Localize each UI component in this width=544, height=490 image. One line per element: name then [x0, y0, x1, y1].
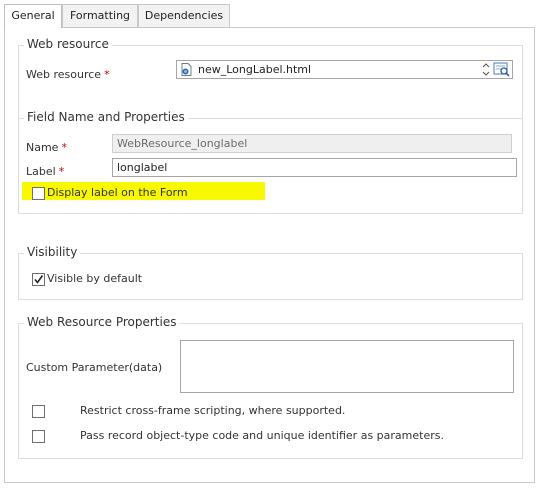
pass-record-checkbox[interactable]	[32, 430, 45, 443]
custom-parameter-label: Custom Parameter(data)	[26, 361, 163, 374]
web-resource-field-label: Web resource *	[26, 68, 110, 81]
display-label-checkbox-label: Display label on the Form	[47, 186, 188, 199]
required-marker: *	[104, 68, 110, 81]
web-resource-section: Web resource Web resource * new_LongLabel…	[18, 37, 523, 119]
section-title-web-resource-properties: Web Resource Properties	[24, 315, 180, 329]
display-label-checkbox[interactable]	[32, 187, 45, 200]
tab-general[interactable]: General	[4, 4, 62, 28]
section-title-field-name: Field Name and Properties	[24, 110, 188, 124]
spinner-arrows-icon[interactable]	[481, 61, 491, 78]
web-resource-properties-section: Web Resource Properties Custom Parameter…	[18, 315, 523, 459]
general-tab-panel: Web resource Web resource * new_LongLabel…	[4, 27, 535, 483]
document-icon	[181, 63, 192, 76]
visible-by-default-checkbox[interactable]	[32, 273, 45, 286]
tab-formatting[interactable]: Formatting	[62, 4, 138, 27]
tab-dependencies[interactable]: Dependencies	[138, 4, 230, 27]
visibility-section: Visibility Visible by default	[18, 245, 523, 300]
pass-record-label: Pass record object-type code and unique …	[80, 429, 444, 442]
required-marker: *	[61, 141, 67, 154]
name-field-label: Name *	[26, 141, 67, 154]
custom-parameter-textarea[interactable]	[180, 340, 514, 393]
web-resource-label-text: Web resource	[26, 68, 102, 81]
label-field-label: Label *	[26, 165, 64, 178]
label-label-text: Label	[26, 165, 56, 178]
web-resource-value: new_LongLabel.html	[198, 63, 312, 76]
field-name-properties-section: Field Name and Properties Name * WebResou…	[18, 110, 523, 214]
restrict-cross-frame-label: Restrict cross-frame scripting, where su…	[80, 404, 346, 417]
restrict-cross-frame-checkbox[interactable]	[32, 405, 45, 418]
lookup-icon[interactable]	[493, 61, 511, 78]
name-label-text: Name	[26, 141, 59, 154]
web-resource-lookup[interactable]: new_LongLabel.html	[176, 60, 513, 79]
section-title-visibility: Visibility	[24, 245, 81, 259]
label-input[interactable]: longlabel	[112, 158, 517, 177]
checkmark-icon	[34, 275, 44, 284]
section-title-web-resource: Web resource	[24, 37, 112, 51]
visible-by-default-label: Visible by default	[47, 272, 143, 285]
name-input: WebResource_longlabel	[112, 134, 512, 153]
required-marker: *	[58, 165, 65, 178]
